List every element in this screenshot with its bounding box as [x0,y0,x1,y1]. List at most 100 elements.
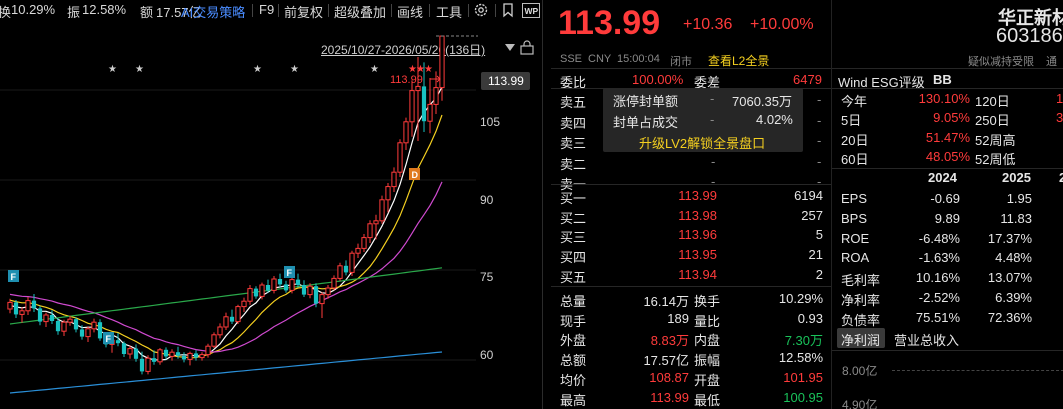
candle-body[interactable] [253,288,259,297]
candle-body[interactable] [31,300,37,309]
l2-panorama-link[interactable]: 查看L2全景 [708,52,769,69]
candle-body[interactable] [433,87,439,105]
event-badge[interactable]: F [8,270,19,282]
financial-value-2025: 1.95 [1006,191,1032,206]
candle-body[interactable] [325,287,331,296]
candle-body[interactable] [247,288,253,302]
candle-body[interactable] [151,358,157,362]
candle-body[interactable] [385,186,391,201]
candle-body[interactable] [169,351,175,357]
candle-body[interactable] [55,321,61,332]
candle-body[interactable] [223,316,229,328]
candle-body[interactable] [115,340,121,344]
event-badge[interactable]: F [103,332,114,344]
candle-body[interactable] [97,322,103,339]
event-star-icon[interactable]: ★ [290,64,299,75]
candle-body[interactable] [157,349,163,363]
candle-body[interactable] [145,357,151,372]
candle-body[interactable] [37,308,43,322]
candle-body[interactable] [61,321,67,332]
stat-label: 换手 [694,294,721,309]
candle-body[interactable] [67,318,73,323]
seal-amount-value: 7060.35万 [732,94,792,109]
upgrade-lv2-link[interactable]: 升级LV2解锁全景盘口 [639,133,765,152]
candle-body[interactable] [367,223,373,239]
financial-value-2024: 75.51% [915,309,960,325]
candle-body[interactable] [307,285,313,296]
candle-body[interactable] [13,302,19,315]
financial-label: ROA [841,250,870,266]
candle-body[interactable] [277,279,283,285]
tab-net-profit[interactable]: 净利润 [837,328,885,348]
candle-body[interactable] [181,355,187,360]
candle-body[interactable] [283,284,289,291]
kline-chart-panel[interactable]: 换 10.29% 振 12.58% 额 17.57亿 AI交易策略 F9 前复权… [0,0,543,409]
candle-body[interactable] [73,319,79,330]
candle-body[interactable] [91,321,97,330]
candle-body[interactable] [199,354,205,359]
candle-body[interactable] [331,277,337,289]
buy-level-volume: 5 [815,227,823,243]
candle-body[interactable] [43,314,49,323]
candle-body[interactable] [397,142,403,173]
candle-body[interactable] [289,279,295,291]
candle-body[interactable] [391,171,397,188]
candle-body[interactable] [265,285,271,291]
event-badge[interactable]: D [409,168,420,180]
event-star-icon[interactable]: ★ [108,64,117,75]
candle-body[interactable] [241,300,247,308]
candle-body[interactable] [379,199,385,222]
candle-body[interactable] [139,358,145,372]
event-star-icon[interactable]: ★ [424,64,433,75]
stat-value: 101.95 [783,369,823,385]
candle-body[interactable] [343,265,349,273]
candle-body[interactable] [355,247,361,254]
candle-body[interactable] [121,343,127,354]
candle-body[interactable] [19,310,25,315]
candle-body[interactable] [163,349,169,357]
candle-body[interactable] [427,103,433,122]
event-star-icon[interactable]: ★ [253,64,262,75]
candle-body[interactable] [319,294,325,305]
candle-body[interactable] [337,265,343,279]
tab-revenue[interactable]: 营业总收入 [894,330,959,349]
price-change: +10.36 [683,16,733,33]
candle-body[interactable] [193,353,199,358]
candle-body[interactable] [49,315,55,321]
candle-body[interactable] [271,278,277,291]
divider [832,168,1063,169]
candle-body[interactable] [127,348,133,355]
financial-label: BPS [841,210,868,226]
candle-body[interactable] [235,306,241,323]
event-star-icon[interactable]: ★ [370,64,379,75]
candle-body[interactable] [349,252,355,273]
event-star-icon[interactable]: ★ [135,64,144,75]
stat-label: 振幅 [694,353,721,369]
candle-body[interactable] [259,284,265,297]
candle-body[interactable] [79,329,85,337]
candle-body[interactable] [313,286,319,304]
candle-body[interactable] [85,328,91,338]
candle-body[interactable] [415,85,421,92]
candle-body[interactable] [301,285,307,295]
candle-body[interactable] [7,301,13,310]
candlestick-chart[interactable]: ★ ★ ★ ★ ★ ★ ★ ★FFFD [0,0,543,409]
candle-body[interactable] [25,300,31,312]
candle-body[interactable] [229,316,235,322]
candle-body[interactable] [175,352,181,356]
event-badge[interactable]: F [284,266,295,278]
candle-body[interactable] [211,334,217,347]
candle-body[interactable] [361,237,367,249]
candle-body[interactable] [421,86,427,122]
esg-rating: BB [933,72,952,87]
financial-value-2024: -2.52% [918,290,960,305]
candle-body[interactable] [187,352,193,360]
candle-body[interactable] [403,121,409,144]
candle-body[interactable] [439,35,445,89]
candle-body[interactable] [373,220,379,225]
candle-body[interactable] [295,279,301,285]
candle-body[interactable] [217,326,223,336]
candle-body[interactable] [205,345,211,356]
candle-body[interactable] [409,90,415,123]
candle-body[interactable] [133,348,139,359]
